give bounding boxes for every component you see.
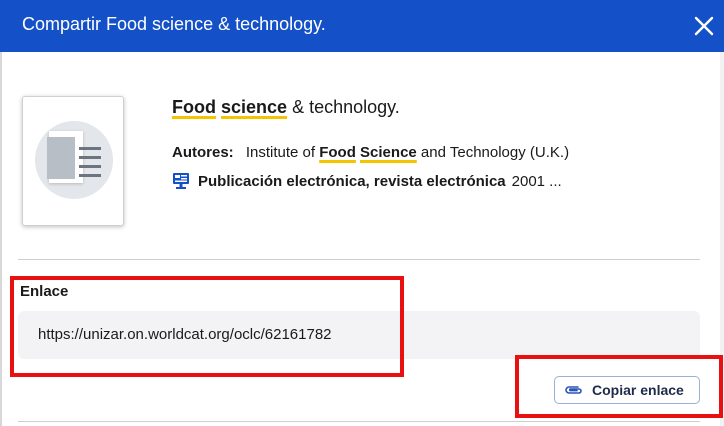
document-icon-line (79, 156, 101, 159)
author-highlight-science: Science (360, 144, 417, 161)
author-highlight-food: Food (319, 144, 356, 161)
computer-monitor-icon (173, 173, 189, 189)
document-icon-line (79, 174, 101, 177)
annotation-box-copy (515, 355, 723, 418)
author-suffix: and Technology (U.K.) (416, 144, 570, 161)
dialog-left-border (0, 52, 2, 426)
title-highlight-science: science (221, 97, 288, 117)
record-thumbnail (22, 96, 124, 226)
title-highlight-food: Food (172, 97, 216, 117)
record-title[interactable]: Food science & technology. (172, 97, 400, 118)
document-icon-line (79, 165, 101, 168)
format-year: 2001 ... (511, 172, 562, 190)
dialog-header: Compartir Food science & technology. (0, 0, 724, 52)
document-icon-line (79, 147, 101, 150)
author-prefix: Institute of (245, 144, 320, 161)
close-icon[interactable] (692, 14, 716, 38)
dialog-title: Compartir Food science & technology. (22, 14, 326, 34)
document-icon-block (47, 137, 75, 179)
annotation-box-link (10, 276, 404, 377)
divider (18, 421, 700, 422)
format-row: Publicación electrónica, revista electró… (172, 172, 562, 190)
format-label: Publicación electrónica, revista electró… (198, 172, 506, 190)
authors-label: Autores: (172, 144, 234, 161)
authors-row: Autores: Institute of Food Science and T… (172, 144, 569, 161)
title-rest: & technology. (287, 97, 400, 117)
divider (18, 259, 700, 260)
